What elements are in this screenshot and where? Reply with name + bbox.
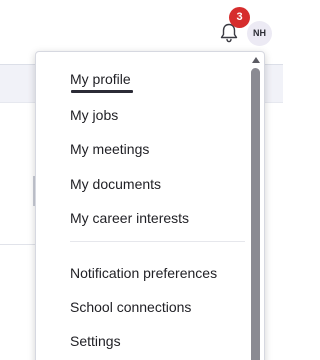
profile-dropdown-menu: My profile My jobs My meetings My docume…	[35, 51, 265, 360]
active-item-indicator	[71, 90, 133, 93]
menu-item-my-jobs[interactable]: My jobs	[70, 106, 118, 124]
menu-item-school-connections[interactable]: School connections	[70, 298, 191, 316]
menu-item-notification-preferences[interactable]: Notification preferences	[70, 264, 217, 282]
menu-item-settings[interactable]: Settings	[70, 332, 121, 350]
menu-item-my-meetings[interactable]: My meetings	[70, 140, 149, 158]
user-avatar[interactable]: NH	[247, 21, 272, 46]
menu-item-my-profile[interactable]: My profile	[70, 70, 131, 88]
menu-item-my-documents[interactable]: My documents	[70, 175, 161, 193]
menu-divider	[70, 241, 245, 242]
menu-scrollbar-thumb[interactable]	[251, 68, 260, 360]
page: 3 NH My profile My jobs My meetings My d…	[0, 0, 283, 360]
background-rule	[0, 244, 40, 245]
scroll-up-arrow-icon[interactable]	[252, 57, 260, 63]
menu-item-my-career-interests[interactable]: My career interests	[70, 209, 189, 227]
notification-count-badge: 3	[229, 7, 250, 28]
